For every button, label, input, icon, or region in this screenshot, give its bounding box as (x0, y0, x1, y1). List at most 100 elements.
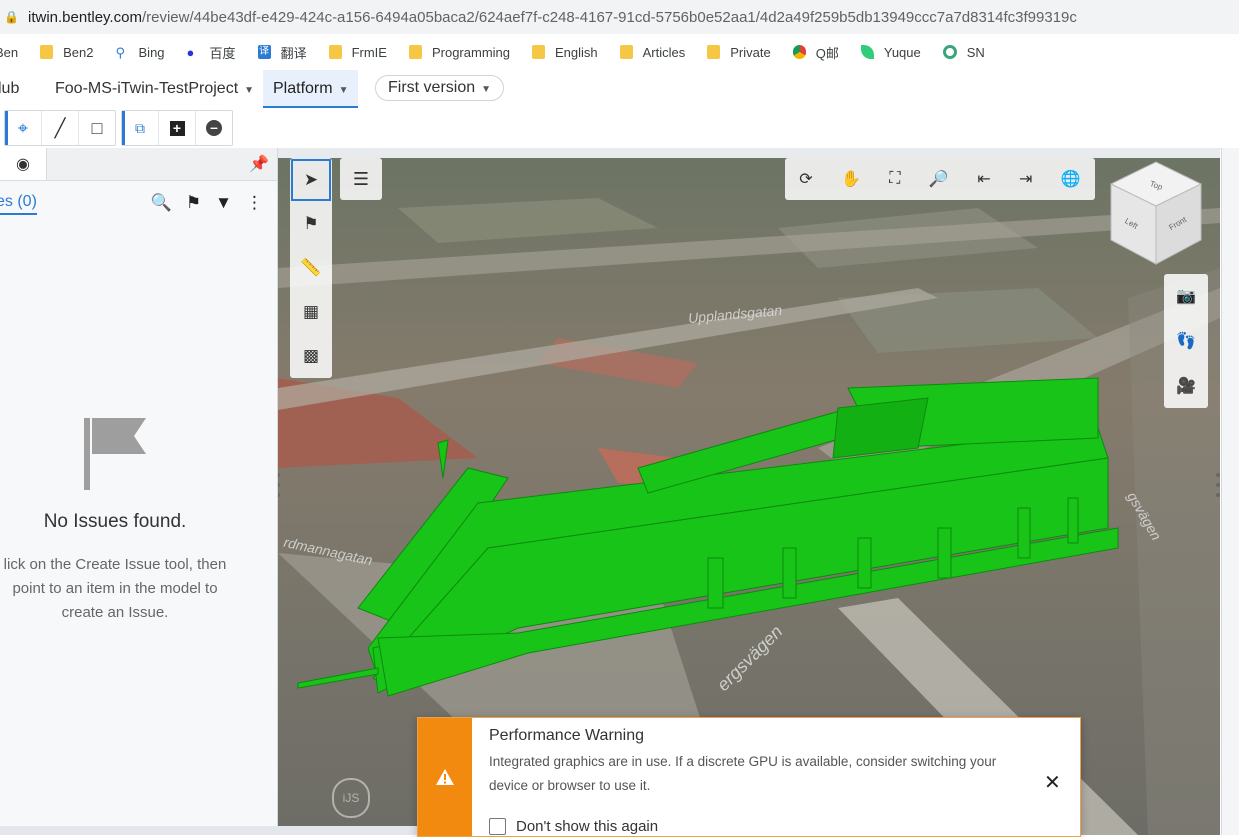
bookmark-label: Ben2 (63, 44, 94, 60)
bookmark-label: Programming (431, 44, 510, 60)
flag-icon (84, 418, 146, 490)
view-next-icon[interactable]: ⇥ (1019, 169, 1032, 189)
bookmark-private[interactable]: Private (707, 44, 771, 60)
bookmark-english[interactable]: English (532, 45, 598, 60)
film-icon[interactable]: ▩ (290, 334, 332, 378)
caret-down-icon: ▼ (481, 84, 492, 95)
camera-tools: 📷 👣 🎥 (1164, 274, 1208, 408)
measure-icon[interactable]: 📏 (290, 246, 332, 290)
bookmark-label: Private (730, 44, 771, 60)
right-panel (1221, 148, 1239, 835)
right-resize-handle[interactable] (1214, 470, 1220, 500)
toast-title: Performance Warning (489, 727, 645, 744)
search-icon: ⚲ (115, 45, 126, 60)
bookmark-label: English (555, 44, 598, 60)
version-dropdown[interactable]: First version ▼ (375, 75, 505, 101)
pin-icon[interactable]: 📌 (249, 154, 269, 174)
select-box-icon[interactable]: □ (79, 111, 115, 145)
video-camera-icon[interactable]: 🎥 (1176, 376, 1196, 396)
issues-header: es (0) 🔍 ⚑ ▼ ⋮ (0, 181, 277, 227)
folder-icon (40, 45, 54, 59)
dont-show-again-checkbox[interactable]: Don't show this again (489, 818, 658, 835)
selection-tools: ⌖ ╱ □ (4, 110, 116, 146)
bookmark-label: Bing (138, 44, 165, 60)
bookmark-frmie[interactable]: FrmIE (328, 44, 387, 60)
translate-icon: 译 (257, 45, 271, 59)
chrome-icon (792, 45, 806, 59)
address-bar[interactable]: 🔒 itwin.bentley.com /review/44be43df-e42… (0, 0, 1239, 34)
close-icon[interactable]: ✕ (1044, 770, 1061, 795)
section-icon[interactable]: ▦ (290, 290, 332, 334)
bookmark-yuque[interactable]: Yuque (860, 44, 921, 60)
selection-add-icon[interactable]: + (159, 111, 196, 145)
pointer-icon[interactable]: ➤ (290, 158, 332, 202)
status-bar (0, 826, 417, 835)
more-vertical-icon[interactable]: ⋮ (246, 193, 263, 213)
zoom-window-icon[interactable]: 🔎 (929, 169, 949, 189)
tool-palette: ➤ ⚑ 📏 ▦ ▩ (290, 158, 332, 378)
toast-accent-bar (418, 718, 472, 836)
rotate-icon[interactable]: ⟳ (799, 169, 812, 189)
selection-mode-tools: ⧉ + – (121, 110, 233, 146)
bookmark-label: Articles (642, 44, 686, 60)
folder-icon (532, 45, 545, 59)
pan-hand-icon[interactable]: ✋ (841, 169, 861, 189)
bookmark-label: Yuque (883, 44, 921, 60)
folder-icon (707, 45, 721, 59)
url-host: itwin.bentley.com (28, 8, 142, 26)
select-line-icon[interactable]: ╱ (42, 111, 79, 145)
select-point-icon[interactable]: ⌖ (5, 111, 42, 145)
view-tools: ⟳ ✋ ⛶ 🔎 ⇤ ⇥ 🌐 (785, 158, 1095, 200)
menu-icon[interactable]: ☰ (340, 158, 382, 200)
folder-icon (408, 45, 422, 59)
filter-icon[interactable]: ▼ (215, 193, 232, 213)
bookmark-sn[interactable]: SN (942, 44, 985, 60)
bookmark-qmail[interactable]: Q邮 (792, 43, 839, 62)
bookmark-bing[interactable]: ⚲ Bing (115, 44, 165, 61)
hub-link[interactable]: lub (0, 80, 19, 98)
camera-icon[interactable]: 📷 (1176, 286, 1196, 306)
left-resize-handle[interactable] (278, 470, 282, 500)
bookmark-baidu[interactable]: ● 百度 (187, 43, 236, 62)
project-dropdown[interactable]: Foo-MS-iTwin-TestProject ▼ (55, 80, 254, 98)
bookmark-label: Q邮 (815, 45, 839, 61)
selection-remove-icon[interactable]: – (196, 111, 232, 145)
bookmark-ben2[interactable]: Ben2 (40, 44, 94, 60)
issues-actions: 🔍 ⚑ ▼ ⋮ (151, 193, 263, 213)
checkbox-box[interactable] (489, 818, 506, 835)
view-previous-icon[interactable]: ⇤ (977, 169, 990, 189)
folder-icon (619, 45, 633, 59)
globe-icon[interactable]: 🌐 (1061, 169, 1081, 189)
bookmark-ben[interactable]: Ben (0, 45, 18, 60)
selection-replace-icon[interactable]: ⧉ (122, 111, 159, 145)
bookmark-label: 翻译 (280, 45, 307, 61)
bookmark-label: FrmIE (351, 44, 387, 60)
app-header: lub Foo-MS-iTwin-TestProject ▼ Platform ▼ … (0, 70, 1239, 109)
project-name: Foo-MS-iTwin-TestProject (55, 80, 239, 97)
bookmarks-bar: Ben Ben2 ⚲ Bing ● 百度 译翻译 FrmIE Programming… (0, 34, 1239, 71)
platform-dropdown[interactable]: Platform ▼ (263, 70, 359, 108)
bookmark-translate[interactable]: 译翻译 (257, 43, 307, 62)
bookmark-programming[interactable]: Programming (408, 44, 510, 60)
ring-icon (942, 45, 957, 59)
flag-icon[interactable]: ⚑ (186, 193, 201, 213)
tool-strip: ⌖ ╱ □ ⧉ + – (0, 108, 1239, 149)
platform-label: Platform (273, 80, 333, 97)
fit-view-icon[interactable]: ⛶ (889, 170, 900, 188)
search-icon[interactable]: 🔍 (151, 193, 172, 213)
panel-tabs: ◉ 📌 (0, 148, 277, 181)
issues-tab-icon[interactable]: ◉ (0, 148, 47, 180)
issues-count-tab[interactable]: es (0) (0, 193, 37, 215)
bookmark-label: Ben (0, 44, 19, 60)
navigation-cube[interactable]: Top Left Front (1106, 160, 1206, 266)
lock-icon: 🔒 (4, 10, 19, 24)
url-path: /review/44be43df-e429-424c-a156-6494a05b… (141, 8, 1077, 26)
bookmark-label: SN (966, 44, 985, 60)
caret-down-icon: ▼ (244, 85, 255, 96)
create-issue-icon[interactable]: ⚑ (290, 202, 332, 246)
walk-footprints-icon[interactable]: 👣 (1176, 331, 1196, 351)
empty-state-description: lick on the Create Issue tool, then poin… (3, 556, 227, 621)
bookmark-articles[interactable]: Articles (619, 44, 686, 60)
empty-state-title: No Issues found. (43, 511, 187, 532)
toast-message: Integrated graphics are in use. If a dis… (489, 754, 997, 793)
